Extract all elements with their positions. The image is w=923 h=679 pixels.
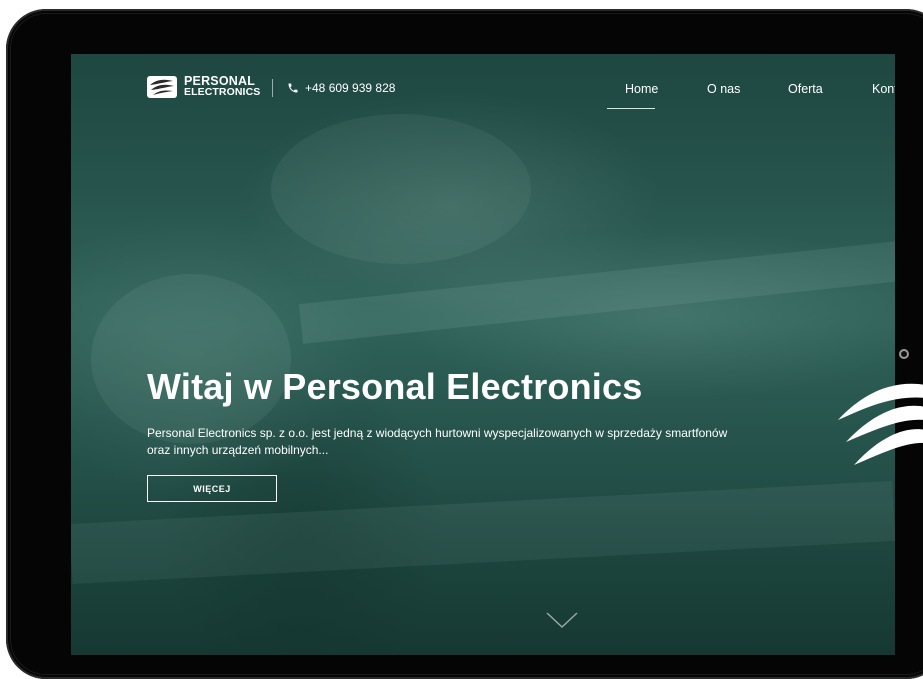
brand-logo[interactable]: PERSONAL ELECTRONICS — [147, 75, 261, 98]
nav-active-indicator — [607, 108, 655, 109]
brand-name-line2: ELECTRONICS — [184, 86, 261, 98]
brand-wave-icon — [838, 383, 923, 465]
nav-item-oferta[interactable]: Oferta — [788, 82, 823, 96]
hero-description: Personal Electronics sp. z o.o. jest jed… — [147, 426, 728, 457]
website-screen: PERSONAL ELECTRONICS +48 609 939 828 Hom… — [71, 54, 895, 655]
brand-name: PERSONAL ELECTRONICS — [184, 75, 261, 98]
hero-overlay — [71, 54, 895, 655]
site-header: PERSONAL ELECTRONICS +48 609 939 828 Hom… — [71, 54, 895, 124]
phone-number: +48 609 939 828 — [305, 81, 396, 95]
header-divider — [272, 79, 273, 97]
phone-icon — [288, 83, 298, 93]
brand-wave-icon — [147, 76, 177, 98]
nav-item-o-nas[interactable]: O nas — [707, 82, 740, 96]
tablet-frame: PERSONAL ELECTRONICS +48 609 939 828 Hom… — [6, 9, 923, 679]
more-button[interactable]: WIĘCEJ — [147, 475, 277, 502]
phone-contact[interactable]: +48 609 939 828 — [287, 81, 395, 95]
chevron-down-icon[interactable] — [546, 612, 578, 630]
tablet-home-button — [899, 349, 909, 359]
nav-item-home[interactable]: Home — [625, 82, 658, 96]
hero-title: Witaj w Personal Electronics — [147, 366, 643, 407]
nav-item-kontakt[interactable]: Kont — [872, 82, 895, 96]
